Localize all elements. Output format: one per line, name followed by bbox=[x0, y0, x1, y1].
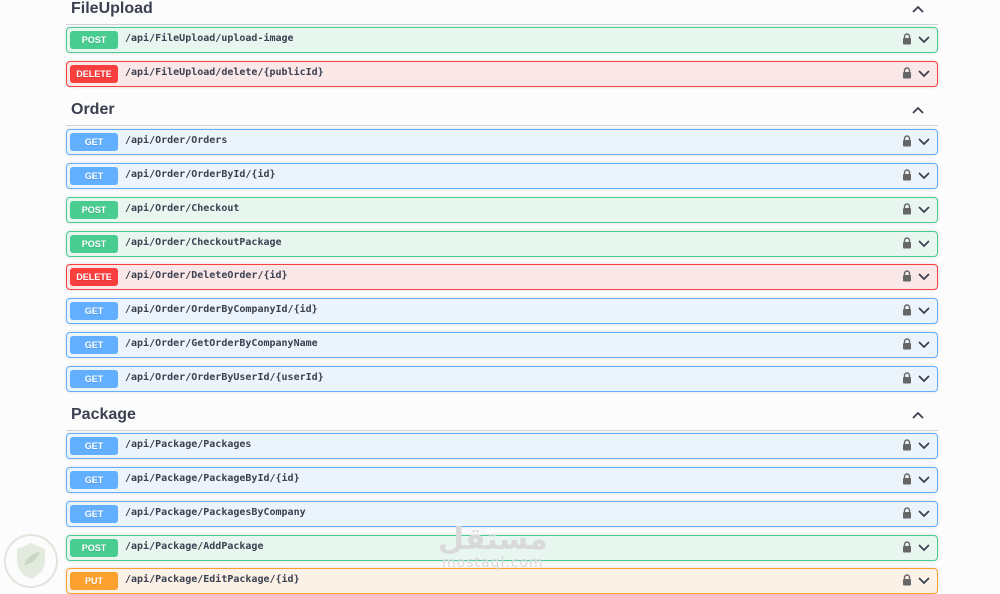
lock-icon[interactable] bbox=[902, 33, 912, 45]
operation-path: /api/Package/AddPackage bbox=[125, 541, 264, 552]
method-badge: DELETE bbox=[70, 65, 118, 83]
chevron-down-icon[interactable] bbox=[918, 137, 930, 146]
operation-package-packages[interactable]: GET /api/Package/Packages bbox=[66, 433, 938, 459]
operation-order-orderbyid[interactable]: GET /api/Order/OrderById/{id} bbox=[66, 163, 938, 189]
method-badge: GET bbox=[70, 336, 118, 354]
operation-path: /api/FileUpload/delete/{publicId} bbox=[125, 67, 324, 78]
operation-path: /api/Order/GetOrderByCompanyName bbox=[125, 338, 318, 349]
operation-package-editpackage[interactable]: PUT /api/Package/EditPackage/{id} bbox=[66, 568, 938, 594]
section-header-order[interactable]: Order bbox=[66, 95, 938, 126]
operation-path: /api/Package/EditPackage/{id} bbox=[125, 574, 300, 585]
lock-icon[interactable] bbox=[902, 237, 912, 249]
chevron-down-icon[interactable] bbox=[918, 576, 930, 585]
operation-order-checkoutpackage[interactable]: POST /api/Order/CheckoutPackage bbox=[66, 231, 938, 257]
operation-path: /api/Order/CheckoutPackage bbox=[125, 237, 282, 248]
chevron-down-icon[interactable] bbox=[918, 171, 930, 180]
operation-order-orders[interactable]: GET /api/Order/Orders bbox=[66, 129, 938, 155]
lock-icon[interactable] bbox=[902, 203, 912, 215]
section-title: FileUpload bbox=[71, 0, 153, 17]
section-header-package[interactable]: Package bbox=[66, 400, 938, 431]
chevron-down-icon[interactable] bbox=[918, 475, 930, 484]
method-badge: GET bbox=[70, 167, 118, 185]
method-badge: GET bbox=[70, 133, 118, 151]
method-badge: POST bbox=[70, 235, 118, 253]
chevron-down-icon[interactable] bbox=[918, 306, 930, 315]
lock-icon[interactable] bbox=[902, 270, 912, 282]
operation-order-orderbyuserid[interactable]: GET /api/Order/OrderByUserId/{userId} bbox=[66, 366, 938, 392]
chevron-up-icon[interactable] bbox=[912, 3, 924, 15]
operation-fileupload-upload-image[interactable]: POST /api/FileUpload/upload-image bbox=[66, 27, 938, 53]
chevron-down-icon[interactable] bbox=[918, 340, 930, 349]
lock-icon[interactable] bbox=[902, 507, 912, 519]
operation-path: /api/Package/Packages bbox=[125, 439, 252, 450]
method-badge: GET bbox=[70, 471, 118, 489]
chevron-down-icon[interactable] bbox=[918, 69, 930, 78]
watermark-latin: mostaql.com bbox=[442, 555, 544, 571]
operation-path: /api/Order/OrderByCompanyId/{id} bbox=[125, 304, 318, 315]
chevron-up-icon[interactable] bbox=[912, 409, 924, 421]
section-title: Order bbox=[71, 101, 115, 118]
lock-icon[interactable] bbox=[902, 541, 912, 553]
section-title: Package bbox=[71, 406, 136, 423]
lock-icon[interactable] bbox=[902, 338, 912, 350]
chevron-down-icon[interactable] bbox=[918, 374, 930, 383]
operation-order-checkout[interactable]: POST /api/Order/Checkout bbox=[66, 197, 938, 223]
lock-icon[interactable] bbox=[902, 372, 912, 384]
operation-order-getorderbycompanyname[interactable]: GET /api/Order/GetOrderByCompanyName bbox=[66, 332, 938, 358]
chevron-down-icon[interactable] bbox=[918, 239, 930, 248]
operation-path: /api/Order/DeleteOrder/{id} bbox=[125, 270, 288, 281]
method-badge: PUT bbox=[70, 572, 118, 590]
operation-order-orderbycompanyid[interactable]: GET /api/Order/OrderByCompanyId/{id} bbox=[66, 298, 938, 324]
operation-path: /api/Order/OrderByUserId/{userId} bbox=[125, 372, 324, 383]
operation-path: /api/Package/PackageById/{id} bbox=[125, 473, 300, 484]
section-header-fileupload[interactable]: FileUpload bbox=[66, 0, 938, 25]
chevron-down-icon[interactable] bbox=[918, 205, 930, 214]
operation-package-packagebyid[interactable]: GET /api/Package/PackageById/{id} bbox=[66, 467, 938, 493]
watermark-arabic: مستقل bbox=[438, 522, 548, 557]
lock-icon[interactable] bbox=[902, 67, 912, 79]
operation-path: /api/Order/Orders bbox=[125, 135, 228, 146]
lock-icon[interactable] bbox=[902, 169, 912, 181]
lock-icon[interactable] bbox=[902, 304, 912, 316]
lock-icon[interactable] bbox=[902, 135, 912, 147]
operation-fileupload-delete[interactable]: DELETE /api/FileUpload/delete/{publicId} bbox=[66, 61, 938, 87]
operation-order-deleteorder[interactable]: DELETE /api/Order/DeleteOrder/{id} bbox=[66, 264, 938, 290]
method-badge: POST bbox=[70, 201, 118, 219]
method-badge: POST bbox=[70, 539, 118, 557]
method-badge: GET bbox=[70, 302, 118, 320]
chevron-down-icon[interactable] bbox=[918, 441, 930, 450]
method-badge: GET bbox=[70, 437, 118, 455]
chevron-down-icon[interactable] bbox=[918, 272, 930, 281]
operation-path: /api/Package/PackagesByCompany bbox=[125, 507, 306, 518]
method-badge: GET bbox=[70, 505, 118, 523]
lock-icon[interactable] bbox=[902, 473, 912, 485]
chevron-down-icon[interactable] bbox=[918, 543, 930, 552]
method-badge: POST bbox=[70, 31, 118, 49]
shield-logo-icon bbox=[4, 534, 58, 588]
lock-icon[interactable] bbox=[902, 574, 912, 586]
chevron-up-icon[interactable] bbox=[912, 104, 924, 116]
operation-path: /api/Order/OrderById/{id} bbox=[125, 169, 276, 180]
watermark: مستقل mostaql.com bbox=[438, 522, 548, 572]
lock-icon[interactable] bbox=[902, 439, 912, 451]
method-badge: GET bbox=[70, 370, 118, 388]
chevron-down-icon[interactable] bbox=[918, 35, 930, 44]
operation-path: /api/Order/Checkout bbox=[125, 203, 240, 214]
operation-path: /api/FileUpload/upload-image bbox=[125, 33, 294, 44]
chevron-down-icon[interactable] bbox=[918, 509, 930, 518]
method-badge: DELETE bbox=[70, 268, 118, 286]
